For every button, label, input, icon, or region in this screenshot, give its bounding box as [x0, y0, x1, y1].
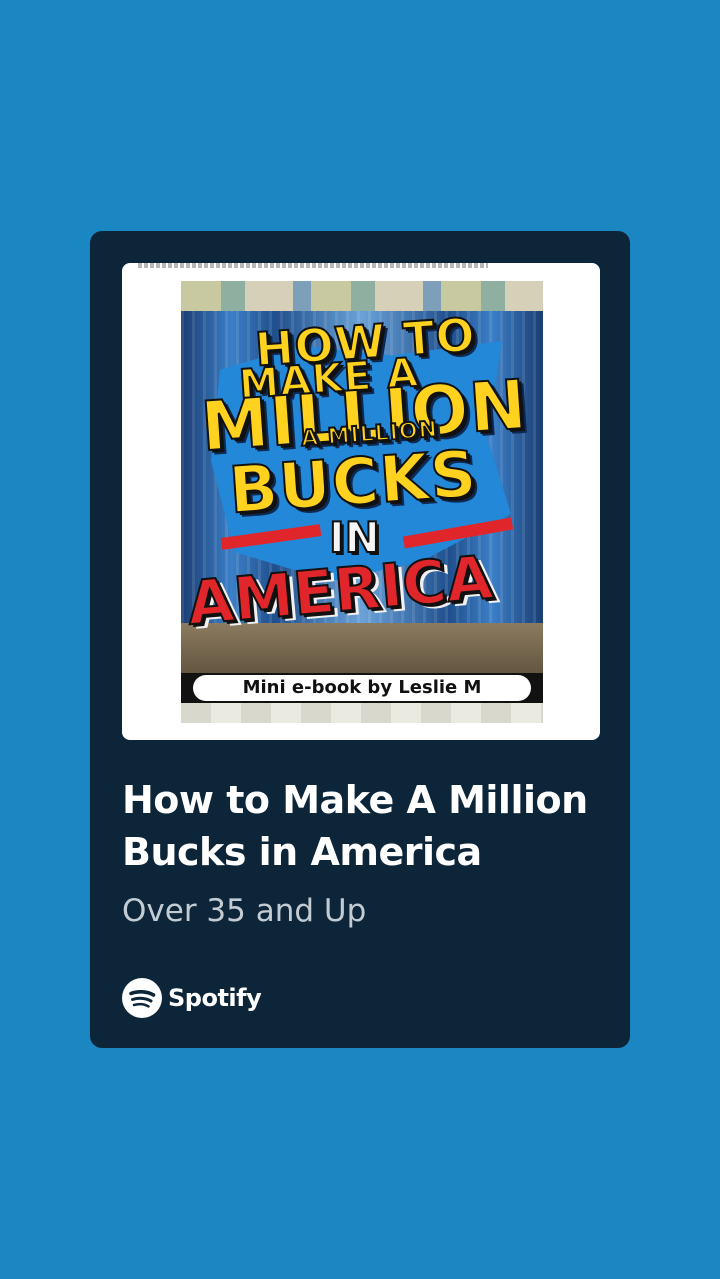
cover-art-frame[interactable]: HOW TO MAKE A MILLION A MILLION BUCKS IN…: [122, 263, 600, 740]
cover-top-caption-line: [138, 263, 488, 268]
cover-art: HOW TO MAKE A MILLION A MILLION BUCKS IN…: [181, 281, 543, 723]
spotify-wordmark: Spotify: [168, 984, 262, 1012]
cover-byline-bar: Mini e-book by Leslie M: [181, 673, 543, 703]
spotify-icon: [122, 978, 162, 1018]
episode-card[interactable]: HOW TO MAKE A MILLION A MILLION BUCKS IN…: [90, 231, 630, 1048]
episode-subtitle: Over 35 and Up: [122, 893, 367, 929]
cover-money-strip: [181, 281, 543, 311]
episode-title: How to Make A Million Bucks in America: [122, 778, 588, 874]
spotify-brand-logo[interactable]: Spotify: [122, 978, 262, 1018]
cover-bottom-money: [181, 703, 543, 723]
cover-title-line-5: BUCKS: [226, 436, 481, 529]
cover-byline: Mini e-book by Leslie M: [193, 675, 531, 701]
